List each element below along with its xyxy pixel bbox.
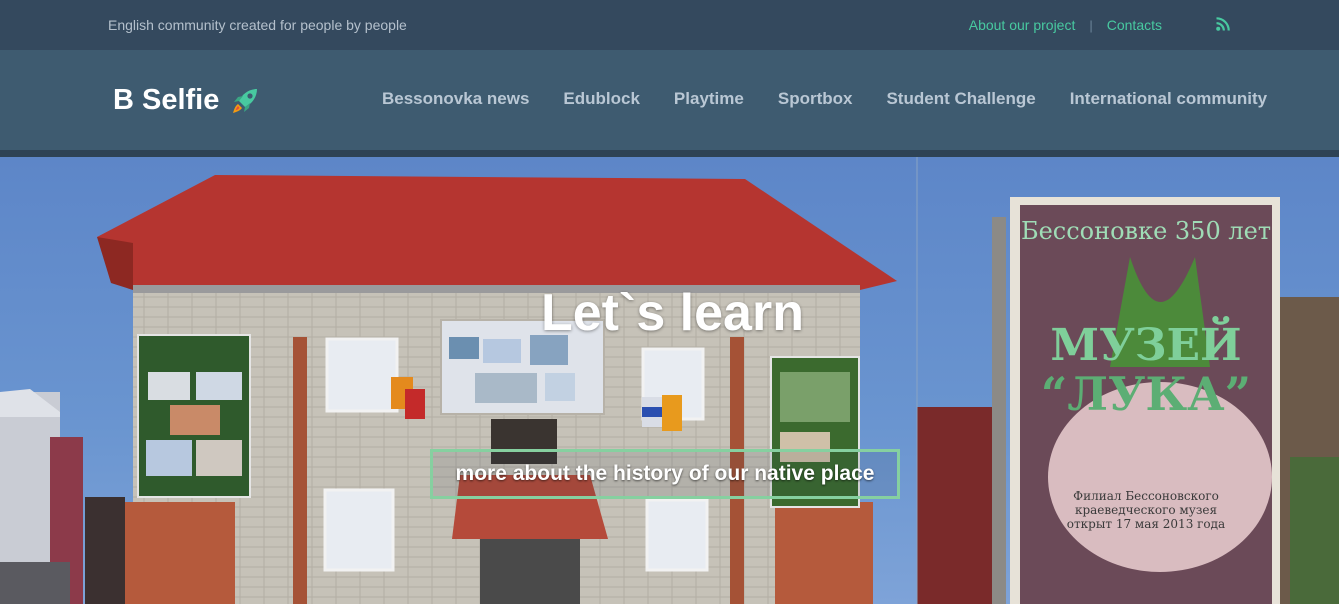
nav-bessonovka-news[interactable]: Bessonovka news xyxy=(382,89,529,109)
nav-international-community[interactable]: International community xyxy=(1070,89,1267,109)
top-links: About our project | Contacts xyxy=(969,17,1162,33)
sign-line-4: Филиал Бессоновского xyxy=(1073,489,1219,503)
sign-line-1: Бессоновке 350 лет xyxy=(1020,217,1272,245)
nav-edublock[interactable]: Edublock xyxy=(563,89,640,109)
contacts-link[interactable]: Contacts xyxy=(1107,17,1162,33)
history-button[interactable]: more about the history of our native pla… xyxy=(430,449,900,499)
sign-line-3: “ЛУКА” xyxy=(1040,367,1252,421)
navbar-shadow xyxy=(0,150,1339,157)
nav-sportbox[interactable]: Sportbox xyxy=(778,89,853,109)
sign-line-5: краеведческого музея xyxy=(1074,503,1218,517)
tagline: English community created for people by … xyxy=(108,17,407,33)
brand-logo[interactable]: B Selfie xyxy=(113,84,261,117)
top-bar: English community created for people by … xyxy=(0,0,1339,50)
sign-line-6: открыт 17 мая 2013 года xyxy=(1066,517,1226,531)
sign-text: Бессоновке 350 лет МУЗЕЙ “ЛУКА” Филиал Б… xyxy=(1020,217,1272,531)
nav-playtime[interactable]: Playtime xyxy=(674,89,744,109)
hero-banner: Бессоновке 350 лет МУЗЕЙ “ЛУКА” Филиал Б… xyxy=(0,157,1339,604)
about-project-link[interactable]: About our project xyxy=(969,17,1076,33)
link-divider: | xyxy=(1089,17,1093,33)
photo-divider xyxy=(916,157,918,604)
hero-title: Let`s learn xyxy=(541,284,804,342)
rocket-icon xyxy=(233,88,258,113)
brand-name: B Selfie xyxy=(113,84,220,116)
rss-icon[interactable] xyxy=(1216,17,1230,31)
nav-student-challenge[interactable]: Student Challenge xyxy=(886,89,1035,109)
primary-nav: Bessonovka news Edublock Playtime Sportb… xyxy=(382,89,1267,109)
